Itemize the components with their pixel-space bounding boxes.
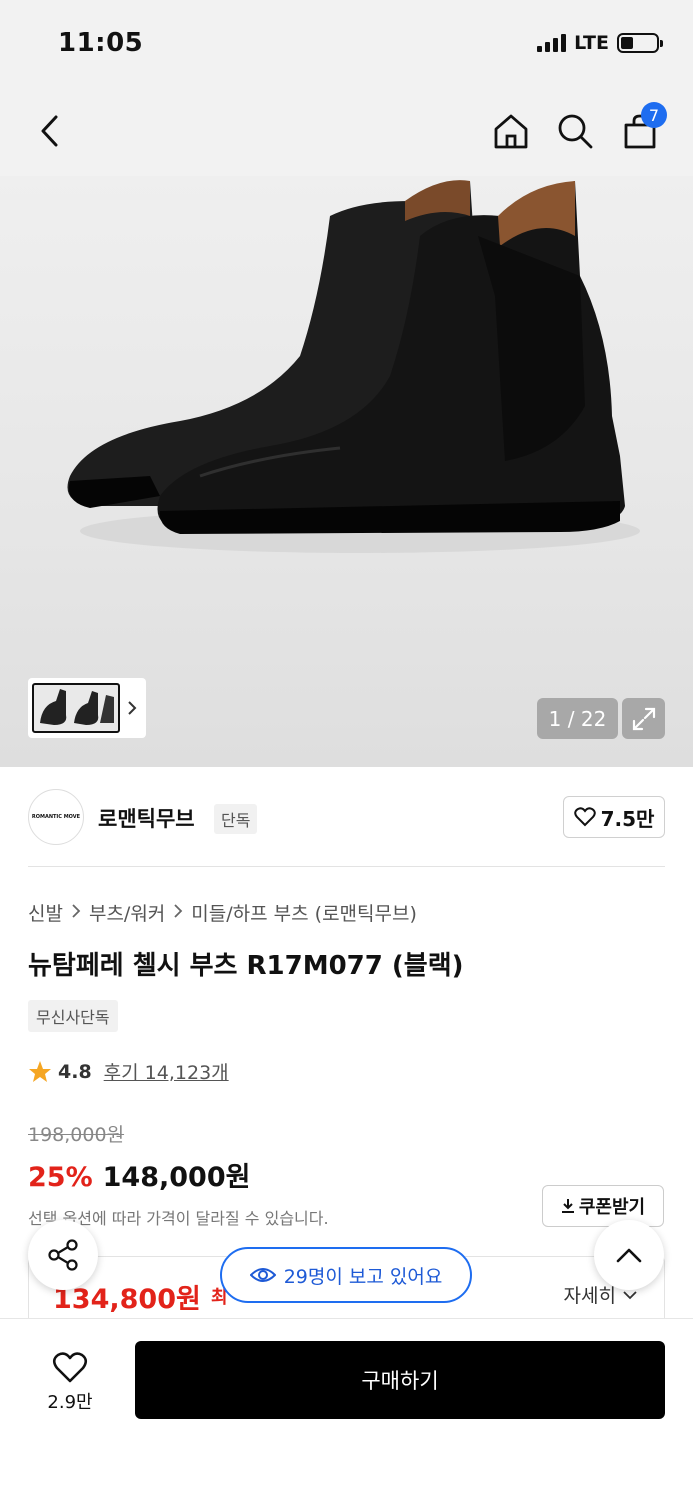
star-icon: [29, 1060, 51, 1082]
back-button[interactable]: [26, 108, 72, 154]
cart-button[interactable]: 7: [617, 102, 667, 154]
product-title: 뉴탐페레 첼시 부츠 R17M077 (블랙): [28, 951, 464, 981]
coupon-button[interactable]: 쿠폰받기: [542, 1185, 664, 1227]
viewers-pill: 29명이 보고 있어요: [220, 1247, 472, 1303]
viewers-text: 29명이 보고 있어요: [283, 1265, 443, 1288]
nav-bar: 7: [0, 90, 693, 176]
breadcrumb-item[interactable]: 미들/하프 부츠 (로맨틱무브): [191, 899, 417, 926]
chevron-right-icon: [173, 902, 183, 924]
home-button[interactable]: [488, 108, 534, 154]
brand-exclusive-tag: 단독: [214, 804, 258, 834]
product-image-gallery[interactable]: 1 / 22: [0, 176, 693, 767]
chevron-down-icon: [623, 1290, 637, 1299]
original-price: 198,000원: [28, 1124, 125, 1146]
expand-icon: [632, 707, 655, 730]
thumbnail-image[interactable]: [32, 683, 120, 733]
benefit-detail-label: 자세히: [563, 1285, 616, 1307]
chevron-left-icon: [41, 115, 58, 147]
brand-like-button[interactable]: 7.5만: [563, 796, 665, 838]
wishlist-button[interactable]: 2.9만: [30, 1343, 110, 1423]
battery-icon: [617, 33, 663, 53]
coupon-label: 쿠폰받기: [578, 1197, 646, 1218]
eye-icon: [249, 1268, 276, 1282]
breadcrumb-item[interactable]: 신발: [28, 899, 63, 926]
thumbnail-strip[interactable]: [28, 678, 146, 738]
brand-like-count: 7.5만: [600, 806, 655, 831]
brand-row: ROMANTIC MOVE 로맨틱무브 단독 7.5만: [28, 767, 665, 867]
download-icon: [561, 1199, 574, 1213]
image-counter: 1 / 22: [537, 698, 618, 739]
price-row: 25% 148,000원: [28, 1155, 250, 1194]
breadcrumb: 신발 부츠/워커 미들/하프 부츠 (로맨틱무브): [28, 899, 417, 926]
expand-button[interactable]: [622, 698, 665, 739]
brand-name[interactable]: 로맨틱무브: [98, 803, 195, 833]
status-bar: 11:05 LTE: [0, 0, 693, 90]
share-icon: [48, 1239, 78, 1271]
home-icon: [494, 114, 528, 149]
signal-icon: [537, 34, 567, 52]
buy-button[interactable]: 구매하기: [135, 1341, 665, 1419]
chevron-right-icon[interactable]: [120, 700, 144, 716]
network-label: LTE: [574, 32, 609, 54]
cart-count-badge: 7: [641, 102, 667, 128]
chevron-right-icon: [71, 902, 81, 924]
search-button[interactable]: [552, 108, 598, 154]
wishlist-count: 2.9만: [47, 1392, 93, 1413]
brand-logo[interactable]: ROMANTIC MOVE: [28, 789, 84, 845]
heart-icon: [573, 807, 596, 827]
review-link[interactable]: 후기 14,123개: [104, 1058, 229, 1085]
discount-rate: 25%: [28, 1162, 93, 1193]
share-button[interactable]: [28, 1220, 98, 1290]
chevron-up-icon: [616, 1248, 642, 1263]
status-time: 11:05: [58, 28, 144, 58]
search-icon: [558, 114, 593, 149]
breadcrumb-item[interactable]: 부츠/워커: [89, 899, 165, 926]
status-indicators: LTE: [537, 32, 663, 54]
scroll-top-button[interactable]: [594, 1220, 664, 1290]
bottom-bar: 2.9만 구매하기: [0, 1318, 693, 1500]
sale-price: 148,000원: [102, 1162, 251, 1193]
rating-score: 4.8: [58, 1060, 92, 1083]
rating-row: 4.8 후기 14,123개: [28, 1058, 229, 1085]
heart-icon: [52, 1352, 88, 1383]
exclusive-badge: 무신사단독: [28, 1000, 118, 1032]
